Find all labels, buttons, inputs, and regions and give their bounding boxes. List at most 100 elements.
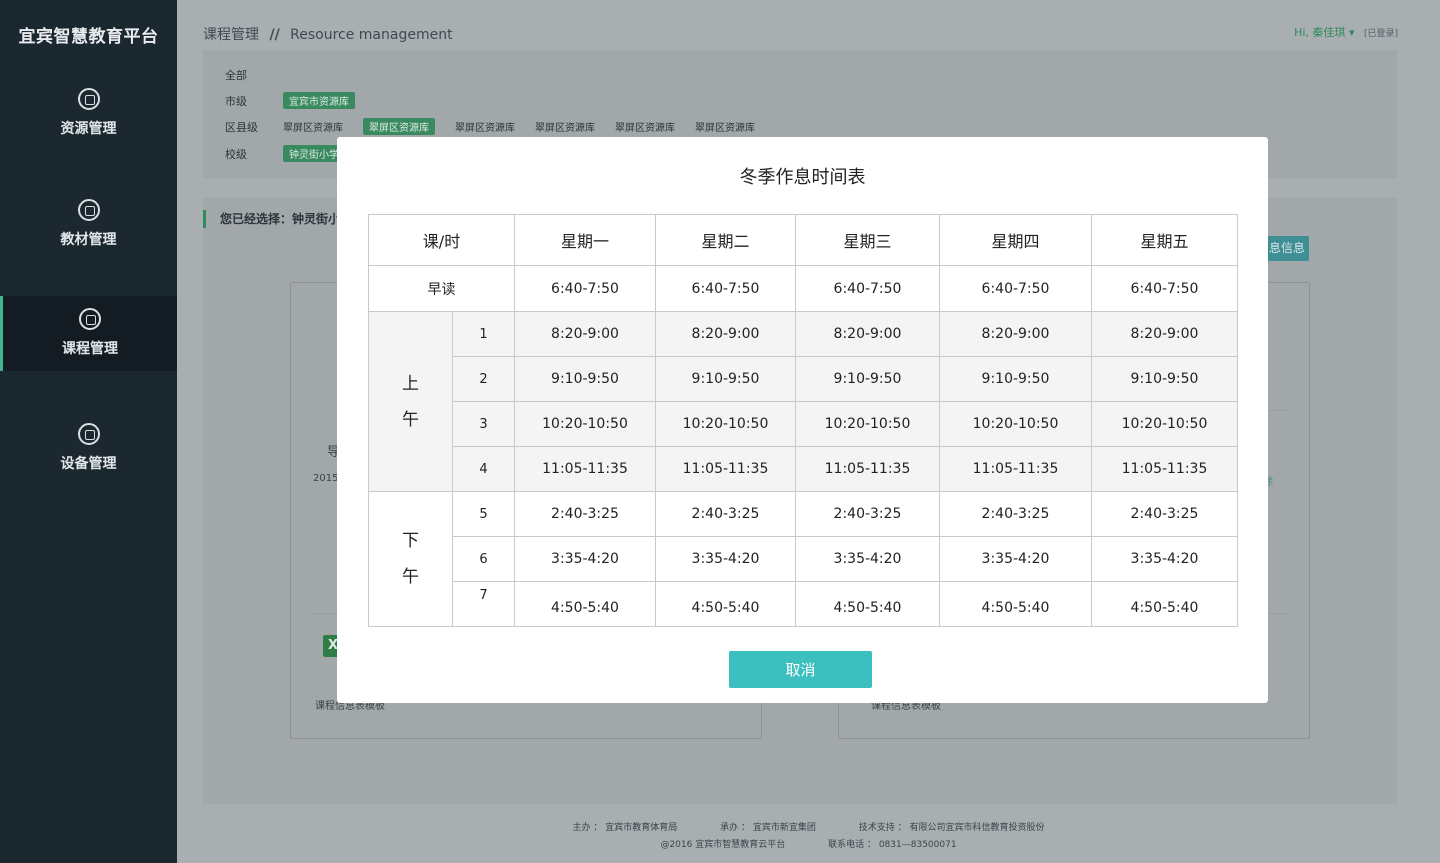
- sidebar-item-courses[interactable]: 课程管理: [0, 296, 177, 371]
- time-cell: 2:40-3:25: [655, 491, 796, 537]
- time-cell: 3:35-4:20: [939, 536, 1092, 582]
- time-cell: 9:10-9:50: [939, 356, 1092, 402]
- footer-line-1: 主办 ： 宜宾市教育体育局 承办 ： 宜宾市新宜集团 技术支持 ： 有限公司宜宾…: [177, 820, 1440, 833]
- time-cell: 11:05-11:35: [655, 446, 796, 492]
- user-menu[interactable]: Hi, 秦佳琪 ▾ [已登录]: [1294, 24, 1398, 40]
- filter-option[interactable]: 钟灵街小学: [283, 145, 345, 162]
- filter-option[interactable]: 翠屏区资源库: [283, 119, 343, 134]
- filter-row-county: 区县级 翠屏区资源库 翠屏区资源库 翠屏区资源库 翠屏区资源库 翠屏区资源库 翠…: [225, 118, 775, 135]
- time-cell: 3:35-4:20: [1091, 536, 1238, 582]
- time-cell: 4:50-5:40: [655, 581, 796, 627]
- table-row: 4 11:05-11:35 11:05-11:35 11:05-11:35 11…: [369, 446, 1238, 492]
- filter-row-city: 市级 宜宾市资源库: [225, 92, 375, 109]
- period-char: 午: [402, 567, 419, 587]
- time-cell: 10:20-10:50: [795, 401, 940, 447]
- modal-title: 冬季作息时间表: [739, 167, 866, 188]
- time-cell: 9:10-9:50: [1091, 356, 1238, 402]
- time-cell: 9:10-9:50: [514, 356, 656, 402]
- time-cell: 6:40-7:50: [514, 265, 656, 312]
- time-cell: 8:20-9:00: [1091, 311, 1238, 357]
- filter-all[interactable]: 全部: [225, 67, 283, 83]
- filter-label-school: 校级: [225, 147, 247, 161]
- period-number: 7: [452, 581, 515, 627]
- layers-icon: [79, 308, 101, 330]
- filter-option[interactable]: 翠屏区资源库: [695, 119, 755, 134]
- period-char: 下: [402, 531, 419, 551]
- filter-option[interactable]: 翠屏区资源库: [455, 119, 515, 134]
- schedule-modal: 冬季作息时间表 课/时 星期一 星期二 星期三 星期四 星期五 早读 6:40-…: [337, 137, 1268, 703]
- footer-organizer: 承办 ： 宜宾市新宜集团: [720, 823, 816, 833]
- time-cell: 3:35-4:20: [655, 536, 796, 582]
- sidebar-item-resources[interactable]: 资源管理: [0, 76, 177, 151]
- table-row: 2 9:10-9:50 9:10-9:50 9:10-9:50 9:10-9:5…: [369, 356, 1238, 402]
- filter-label-county: 区县级: [225, 120, 258, 134]
- period-number: 5: [452, 491, 515, 537]
- sidebar-item-label: 设备管理: [60, 456, 117, 472]
- time-cell: 4:50-5:40: [514, 581, 656, 627]
- sidebar-item-textbooks[interactable]: 教材管理: [0, 187, 177, 262]
- header-cell: 星期四: [939, 214, 1092, 266]
- header-cell: 星期二: [655, 214, 796, 266]
- time-cell: 10:20-10:50: [655, 401, 796, 447]
- sidebar-item-label: 资源管理: [60, 121, 117, 137]
- time-cell: 6:40-7:50: [1091, 265, 1238, 312]
- app-logo: 宜宾智慧教育平台: [18, 27, 159, 47]
- breadcrumb-en: Resource management: [290, 27, 453, 43]
- time-cell: 8:20-9:00: [514, 311, 656, 357]
- filter-option[interactable]: 宜宾市资源库: [283, 92, 355, 109]
- sidebar-item-label: 教材管理: [60, 232, 117, 248]
- time-cell: 8:20-9:00: [795, 311, 940, 357]
- period-number: 2: [452, 356, 515, 402]
- time-cell: 11:05-11:35: [795, 446, 940, 492]
- info-button[interactable]: 息信息: [1265, 236, 1309, 261]
- footer-host: 主办 ： 宜宾市教育体育局: [572, 823, 678, 833]
- breadcrumb: 课程管理 // Resource management: [203, 24, 453, 44]
- time-cell: 8:20-9:00: [655, 311, 796, 357]
- time-cell: 11:05-11:35: [514, 446, 656, 492]
- filter-row-all: 全部: [225, 67, 283, 83]
- time-cell: 4:50-5:40: [939, 581, 1092, 627]
- time-cell: 10:20-10:50: [939, 401, 1092, 447]
- filter-option[interactable]: 翠屏区资源库: [535, 119, 595, 134]
- filter-label-city: 市级: [225, 94, 247, 108]
- card-partial-year: 2015: [313, 473, 339, 484]
- time-cell: 2:40-3:25: [514, 491, 656, 537]
- book-icon: [77, 199, 100, 221]
- breadcrumb-cn: 课程管理: [203, 27, 259, 43]
- time-cell: 10:20-10:50: [514, 401, 656, 447]
- time-cell: 11:05-11:35: [1091, 446, 1238, 492]
- time-cell: 2:40-3:25: [1091, 491, 1238, 537]
- sidebar: 宜宾智慧教育平台 资源管理 教材管理 课程管理 设备管理: [0, 0, 177, 863]
- sidebar-item-devices[interactable]: 设备管理: [0, 411, 177, 486]
- login-status: [已登录]: [1363, 29, 1398, 39]
- table-row: 3 10:20-10:50 10:20-10:50 10:20-10:50 10…: [369, 401, 1238, 447]
- period-number: 3: [452, 401, 515, 447]
- period-number: 1: [452, 311, 515, 357]
- time-cell: 2:40-3:25: [939, 491, 1092, 537]
- filter-option[interactable]: 翠屏区资源库: [363, 118, 435, 135]
- table-row: 7 4:50-5:40 4:50-5:40 4:50-5:40 4:50-5:4…: [369, 581, 1238, 627]
- footer-copyright: @2016 宜宾市智慧教育云平台: [660, 840, 786, 850]
- time-cell: 3:35-4:20: [795, 536, 940, 582]
- period-label-am: 上 午: [368, 311, 453, 492]
- time-cell: 6:40-7:50: [939, 265, 1092, 312]
- time-cell: 4:50-5:40: [795, 581, 940, 627]
- footer-line-2: @2016 宜宾市智慧教育云平台 联系电话 ： 0831—83500071: [177, 837, 1440, 850]
- period-number: 6: [452, 536, 515, 582]
- resource-icon: [77, 88, 100, 110]
- time-cell: 10:20-10:50: [1091, 401, 1238, 447]
- user-greeting: Hi, 秦佳琪: [1294, 26, 1346, 39]
- table-row: 早读 6:40-7:50 6:40-7:50 6:40-7:50 6:40-7:…: [368, 265, 1238, 312]
- table-row: 6 3:35-4:20 3:35-4:20 3:35-4:20 3:35-4:2…: [369, 536, 1238, 582]
- table-header-row: 课/时 星期一 星期二 星期三 星期四 星期五: [368, 214, 1238, 266]
- schedule-table: 课/时 星期一 星期二 星期三 星期四 星期五 早读 6:40-7:50 6:4…: [368, 214, 1238, 627]
- table-row: 上 午 1 8:20-9:00 8:20-9:00 8:20-9:00 8:20…: [368, 311, 1238, 492]
- breadcrumb-separator: //: [269, 27, 280, 43]
- footer-tech: 技术支持 ： 有限公司宜宾市科信教育投资股份: [858, 823, 1045, 833]
- selected-info: 您已经选择：钟灵街小: [203, 210, 340, 228]
- row-label: 早读: [368, 265, 515, 312]
- filter-option[interactable]: 翠屏区资源库: [615, 119, 675, 134]
- period-char: 午: [402, 409, 419, 430]
- cancel-button[interactable]: 取消: [729, 651, 872, 688]
- wrench-icon: [77, 423, 100, 445]
